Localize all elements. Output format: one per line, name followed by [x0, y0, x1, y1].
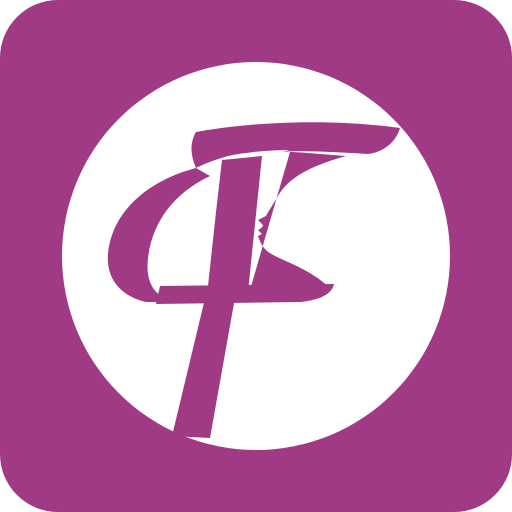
app-icon-graphic	[0, 0, 512, 512]
app-icon[interactable]	[0, 0, 512, 512]
